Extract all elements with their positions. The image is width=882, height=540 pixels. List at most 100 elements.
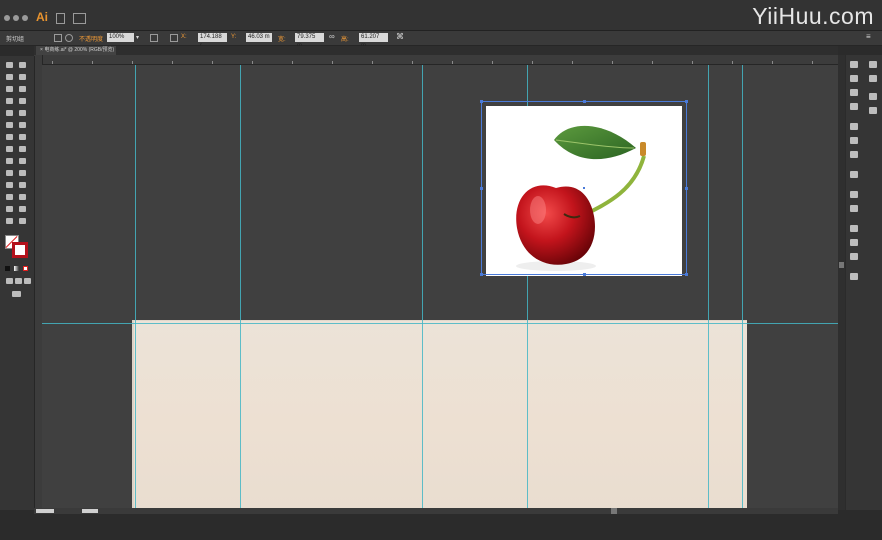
paintbrush-tool-icon[interactable] [6, 110, 13, 116]
artboard-navigation-field[interactable] [82, 509, 98, 513]
x-field[interactable]: 174.188 r [198, 33, 227, 49]
vertical-guide[interactable] [742, 65, 743, 509]
zoom-field[interactable] [36, 509, 54, 513]
opacity-dropdown-icon[interactable]: ▾ [136, 34, 139, 41]
links-panel-icon[interactable] [850, 273, 858, 280]
stroke-swatch-icon[interactable] [12, 242, 28, 258]
column-graph-tool-icon[interactable] [19, 194, 26, 200]
symbols-panel-icon[interactable] [850, 253, 858, 260]
transform-options-icon[interactable]: ⌘ [396, 32, 404, 41]
vertical-guide[interactable] [135, 65, 136, 509]
shape-builder-tool-icon[interactable] [6, 158, 13, 164]
free-transform-tool-icon[interactable] [19, 146, 26, 152]
selection-bounding-box[interactable] [480, 100, 688, 276]
color-panel-icon[interactable] [850, 103, 858, 110]
screen-mode-icon[interactable] [12, 291, 21, 297]
vertical-guide[interactable] [422, 65, 423, 509]
vertical-scrollbar[interactable] [838, 55, 845, 510]
opacity-field[interactable]: 100% [107, 33, 134, 42]
recolor-icon[interactable] [150, 34, 158, 42]
horizontal-guide[interactable] [42, 323, 838, 324]
blob-brush-tool-icon[interactable] [6, 122, 13, 128]
appearance-panel-icon[interactable] [869, 61, 877, 68]
character-panel-icon[interactable] [850, 61, 858, 68]
none-mode-icon[interactable] [23, 266, 28, 271]
color-mode-icon[interactable] [5, 266, 10, 271]
vertical-guide[interactable] [708, 65, 709, 509]
resize-handle[interactable] [583, 273, 586, 276]
resize-handle[interactable] [685, 273, 688, 276]
transform-panel-icon[interactable] [850, 123, 858, 130]
pencil-tool-icon[interactable] [19, 110, 26, 116]
symbol-sprayer-tool-icon[interactable] [6, 194, 13, 200]
resize-handle[interactable] [480, 100, 483, 103]
panel-menu-icon[interactable]: ≡ [866, 32, 871, 41]
draw-normal-icon[interactable] [6, 278, 13, 284]
x-label: X: [181, 34, 187, 40]
resize-handle[interactable] [583, 100, 586, 103]
resize-handle[interactable] [685, 100, 688, 103]
rectangle-tool-icon[interactable] [19, 98, 26, 104]
magic-wand-tool-icon[interactable] [6, 74, 13, 80]
canvas[interactable] [42, 65, 838, 509]
isolate-group-icon[interactable] [54, 34, 62, 42]
window-zoom-dot[interactable] [22, 15, 28, 21]
gradient-panel-icon[interactable] [850, 191, 858, 198]
align-panel-icon[interactable] [850, 137, 858, 144]
vertical-scrollbar-thumb[interactable] [839, 262, 844, 268]
zoom-tool-icon[interactable] [19, 218, 26, 224]
bridge-icon[interactable] [56, 13, 65, 24]
transparency-panel-icon[interactable] [850, 205, 858, 212]
gradient-tool-icon[interactable] [19, 170, 26, 176]
line-tool-icon[interactable] [6, 98, 13, 104]
opacity-label[interactable]: 不透明度 [79, 34, 103, 43]
artboards-panel-icon[interactable] [869, 107, 877, 114]
graphic-styles-panel-icon[interactable] [869, 75, 877, 82]
pathfinder-panel-icon[interactable] [850, 151, 858, 158]
eraser-tool-icon[interactable] [19, 122, 26, 128]
width-tool-icon[interactable] [6, 146, 13, 152]
slice-tool-icon[interactable] [19, 206, 26, 212]
reference-point-icon[interactable] [170, 34, 178, 42]
perspective-grid-tool-icon[interactable] [19, 158, 26, 164]
resize-handle[interactable] [480, 273, 483, 276]
brushes-panel-icon[interactable] [850, 239, 858, 246]
lasso-tool-icon[interactable] [19, 74, 26, 80]
height-label: 高: [341, 37, 349, 43]
rotate-tool-icon[interactable] [6, 134, 13, 140]
document-tab[interactable]: × 电商练.ai* @ 200% (RGB/预览) [36, 46, 116, 55]
center-point [583, 187, 585, 189]
width-field[interactable]: 79.375 m [295, 33, 324, 49]
link-icon[interactable]: ∞ [329, 32, 335, 41]
eyedropper-tool-icon[interactable] [6, 182, 13, 188]
paragraph-panel-icon[interactable] [850, 75, 858, 82]
control-bar: 剪切组 不透明度 100% ▾ X: 174.188 r Y: 46.03 m … [0, 31, 882, 49]
blend-tool-icon[interactable] [19, 182, 26, 188]
hand-tool-icon[interactable] [6, 218, 13, 224]
scale-tool-icon[interactable] [19, 134, 26, 140]
window-minimize-dot[interactable] [13, 15, 19, 21]
paper-texture-image[interactable] [132, 320, 747, 509]
stroke-panel-icon[interactable] [850, 171, 858, 178]
horizontal-ruler[interactable] [42, 55, 838, 65]
arrange-documents-icon[interactable] [73, 13, 86, 24]
gradient-mode-icon[interactable] [14, 266, 19, 271]
draw-inside-icon[interactable] [24, 278, 31, 284]
artboard-tool-icon[interactable] [6, 206, 13, 212]
draw-behind-icon[interactable] [15, 278, 22, 284]
direct-selection-tool-icon[interactable] [19, 62, 26, 68]
mesh-tool-icon[interactable] [6, 170, 13, 176]
edit-clip-icon[interactable] [65, 34, 73, 42]
pen-tool-icon[interactable] [6, 86, 13, 92]
resize-handle[interactable] [480, 187, 483, 190]
color-guide-panel-icon[interactable] [850, 89, 858, 96]
layers-panel-icon[interactable] [869, 93, 877, 100]
type-tool-icon[interactable] [19, 86, 26, 92]
resize-handle[interactable] [685, 187, 688, 190]
window-close-dot[interactable] [4, 15, 10, 21]
selection-tool-icon[interactable] [6, 62, 13, 68]
y-field[interactable]: 46.03 m [246, 33, 272, 42]
swatches-panel-icon[interactable] [850, 225, 858, 232]
vertical-guide[interactable] [240, 65, 241, 509]
height-field[interactable]: 61.207 m [359, 33, 388, 49]
